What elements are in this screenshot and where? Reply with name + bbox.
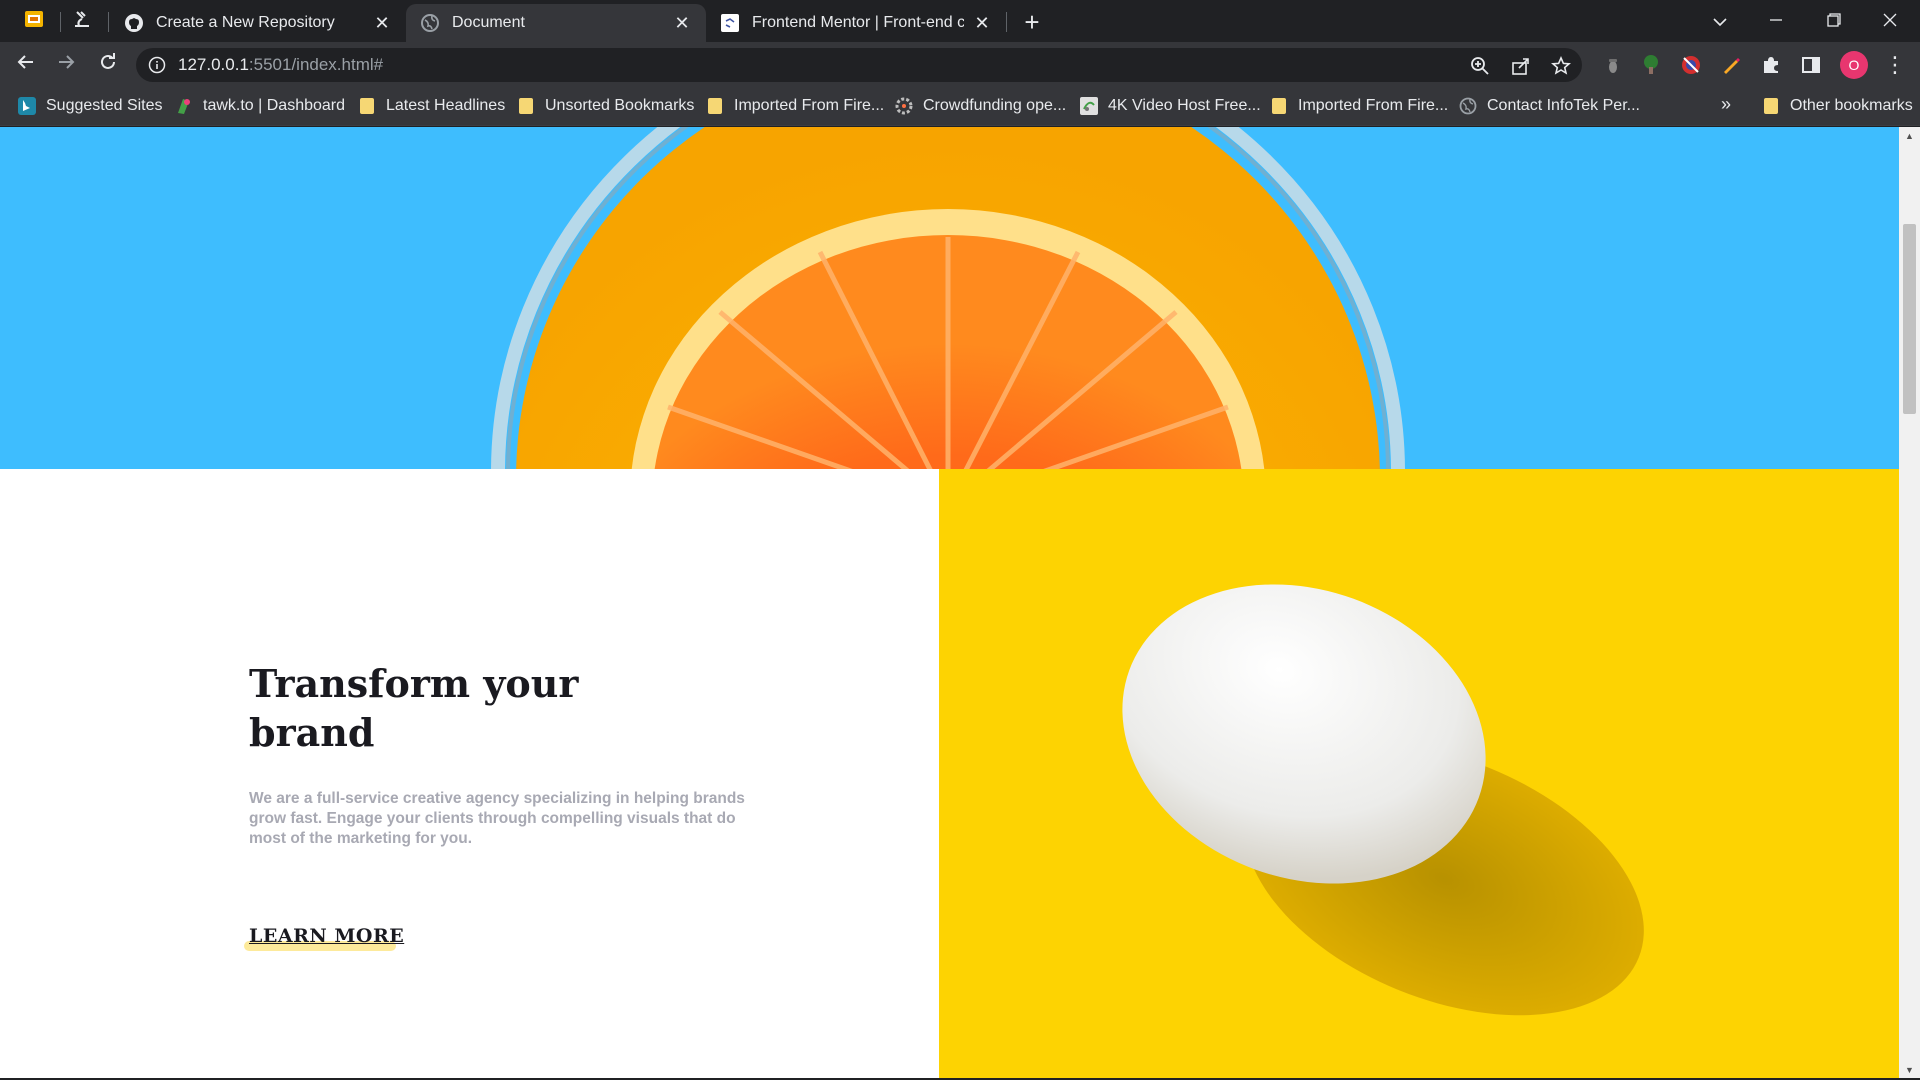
folder-icon [517, 97, 535, 115]
url-text[interactable]: 127.0.0.1:5501/index.html# [178, 55, 383, 75]
section-paragraph: We are a full-service creative agency sp… [249, 790, 745, 847]
close-tab-icon[interactable]: ✕ [672, 13, 692, 33]
frontend-mentor-icon [720, 13, 740, 33]
bookmark-label: Contact InfoTek Per... [1487, 97, 1640, 114]
chevron-down-icon [1712, 11, 1728, 32]
arrow-right-icon [56, 52, 76, 77]
bookmark-item[interactable]: Contact InfoTek Per... [1459, 95, 1640, 117]
tab-separator [108, 12, 109, 32]
folder-icon [358, 97, 376, 115]
extension-blocker-icon[interactable] [1678, 52, 1704, 78]
pinned-tab-slides[interactable] [14, 5, 54, 37]
bookmark-star-icon[interactable] [1550, 55, 1572, 77]
crowdfunding-icon [895, 97, 913, 115]
close-tab-icon[interactable]: ✕ [972, 13, 992, 33]
reload-button[interactable] [92, 48, 124, 80]
folder-icon [706, 97, 724, 115]
learn-more-link[interactable]: LEARN MORE [249, 925, 404, 947]
close-window-button[interactable] [1862, 0, 1918, 42]
folder-icon [1762, 97, 1780, 115]
bookmark-item[interactable]: Imported From Fire... [1270, 95, 1448, 117]
extension-pen-icon[interactable] [1718, 52, 1744, 78]
bing-icon [18, 97, 36, 115]
bookmark-item[interactable]: Suggested Sites [18, 95, 163, 117]
hero-orange-image [0, 127, 1899, 469]
tab-title: Document [452, 14, 525, 31]
more-menu-icon[interactable]: ⋮ [1882, 52, 1908, 78]
profile-avatar[interactable]: O [1840, 51, 1868, 79]
bookmark-label: Imported From Fire... [1298, 97, 1449, 114]
reload-icon [98, 52, 118, 77]
tab-title: Create a New Repository [156, 14, 335, 31]
transform-brand-section: Transform your brand We are a full-servi… [0, 469, 939, 1078]
address-bar[interactable]: 127.0.0.1:5501/index.html# [136, 48, 1582, 82]
tab-separator [60, 12, 61, 32]
tab-title: Frontend Mentor | Front-end coc [752, 14, 964, 31]
bookmark-label: Other bookmarks [1790, 97, 1913, 114]
extension-tree-icon[interactable] [1638, 52, 1664, 78]
tab-frontend-mentor[interactable]: Frontend Mentor | Front-end coc ✕ [706, 4, 1006, 42]
url-host: 127.0.0.1 [178, 55, 249, 74]
share-icon[interactable] [1510, 55, 1532, 77]
other-bookmarks[interactable]: Other bookmarks [1762, 95, 1913, 117]
bookmarks-bar: Suggested Sites tawk.to | Dashboard Late… [0, 86, 1920, 126]
bookmark-label: Imported From Fire... [734, 97, 885, 114]
bookmark-label: Crowdfunding ope... [923, 97, 1067, 114]
bookmark-item[interactable]: tawk.to | Dashboard [175, 95, 345, 117]
egg-illustration [1122, 584, 1644, 1016]
tab-search-button[interactable] [1692, 0, 1748, 42]
tawk-icon [175, 97, 193, 115]
bookmark-item[interactable]: Imported From Fire... [706, 95, 884, 117]
bookmark-item[interactable]: Crowdfunding ope... [895, 95, 1066, 117]
back-button[interactable] [10, 48, 42, 80]
tab-create-repository[interactable]: Create a New Repository ✕ [110, 4, 406, 42]
folder-icon [1270, 97, 1288, 115]
bookmark-item[interactable]: 4K Video Host Free... [1080, 95, 1261, 117]
pinned-tab-tool[interactable] [62, 5, 102, 37]
bookmark-label: Latest Headlines [386, 97, 506, 114]
github-icon [124, 13, 144, 33]
video-host-icon [1080, 97, 1098, 115]
scrollbar-thumb[interactable] [1903, 224, 1916, 414]
forward-button[interactable] [50, 48, 82, 80]
close-tab-icon[interactable]: ✕ [372, 13, 392, 33]
extensions-puzzle-icon[interactable] [1758, 52, 1784, 78]
microscope-icon [71, 8, 93, 35]
arrow-left-icon [16, 52, 36, 77]
bookmark-item[interactable]: Latest Headlines [358, 95, 505, 117]
plus-icon: + [1024, 6, 1040, 37]
bookmark-item[interactable]: Unsorted Bookmarks [517, 95, 694, 117]
page-viewport: Transform your brand We are a full-servi… [0, 127, 1899, 1078]
minimize-button[interactable] [1748, 0, 1804, 42]
site-info-icon[interactable] [148, 56, 166, 74]
tab-separator [1006, 12, 1007, 32]
url-path: :5501/index.html# [248, 55, 384, 74]
globe-icon [420, 13, 440, 33]
tab-document[interactable]: Document ✕ [406, 4, 706, 42]
browser-toolbar: 127.0.0.1:5501/index.html# O ⋮ [0, 42, 1920, 86]
scroll-down-arrow-icon[interactable]: ▼ [1899, 1061, 1920, 1078]
orange-slice-illustration [491, 127, 1405, 469]
browser-title-bar: Create a New Repository ✕ Document ✕ Fro… [0, 0, 1920, 42]
side-panel-icon[interactable] [1798, 52, 1824, 78]
restore-button[interactable] [1806, 0, 1862, 42]
restore-icon [1827, 11, 1841, 32]
egg-image [939, 469, 1899, 1078]
zoom-icon[interactable] [1469, 55, 1491, 77]
scroll-up-arrow-icon[interactable]: ▲ [1899, 127, 1920, 144]
bookmark-label: 4K Video Host Free... [1108, 97, 1261, 114]
section-heading: Transform your brand [249, 661, 579, 755]
globe-icon [1459, 97, 1477, 115]
new-tab-button[interactable]: + [1018, 6, 1046, 37]
close-icon [1883, 11, 1897, 32]
slides-icon [23, 8, 45, 35]
minimize-icon [1769, 11, 1783, 32]
bookmark-label: Unsorted Bookmarks [545, 97, 695, 114]
bookmarks-overflow-button[interactable]: » [1721, 94, 1731, 115]
vertical-scrollbar[interactable]: ▲ ▼ [1899, 127, 1920, 1078]
bookmark-label: Suggested Sites [46, 97, 163, 114]
bookmark-label: tawk.to | Dashboard [203, 97, 346, 114]
extension-acorn-icon[interactable] [1600, 52, 1626, 78]
